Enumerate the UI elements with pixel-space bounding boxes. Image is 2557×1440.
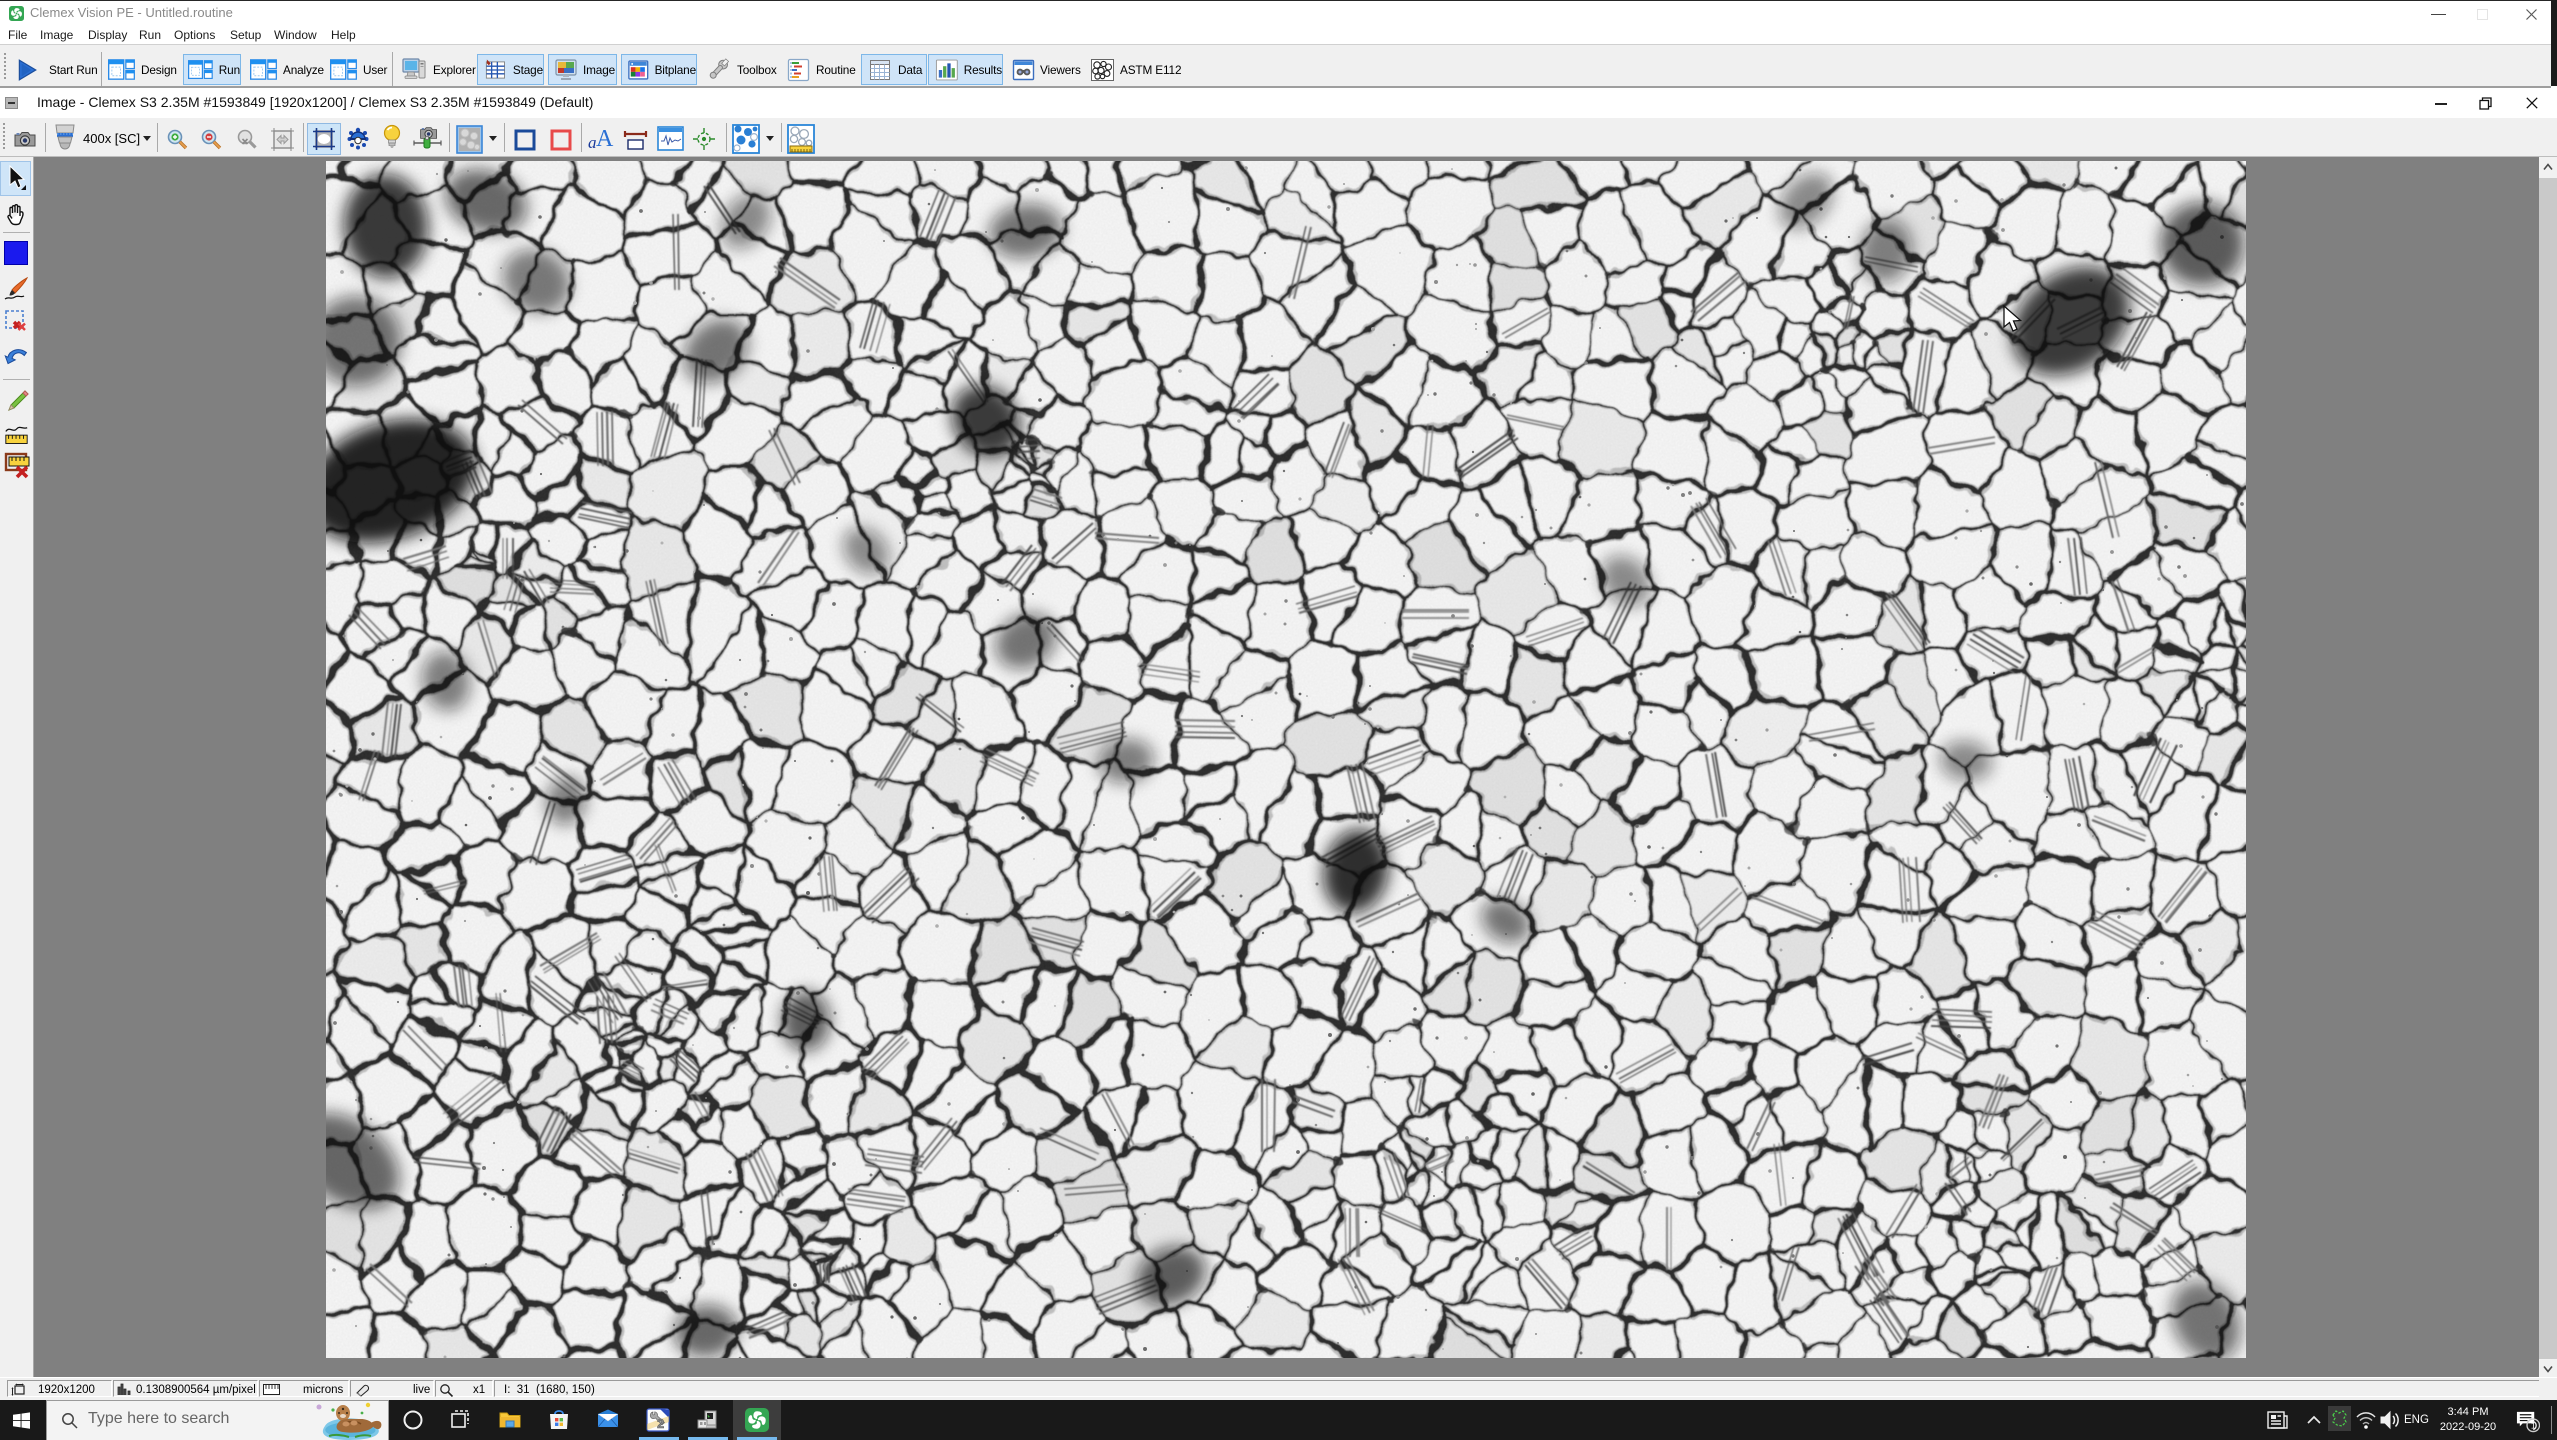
svg-text:2: 2 [657,1416,664,1431]
svg-text:A: A [596,126,614,152]
svg-text:1: 1 [2531,1421,2536,1431]
